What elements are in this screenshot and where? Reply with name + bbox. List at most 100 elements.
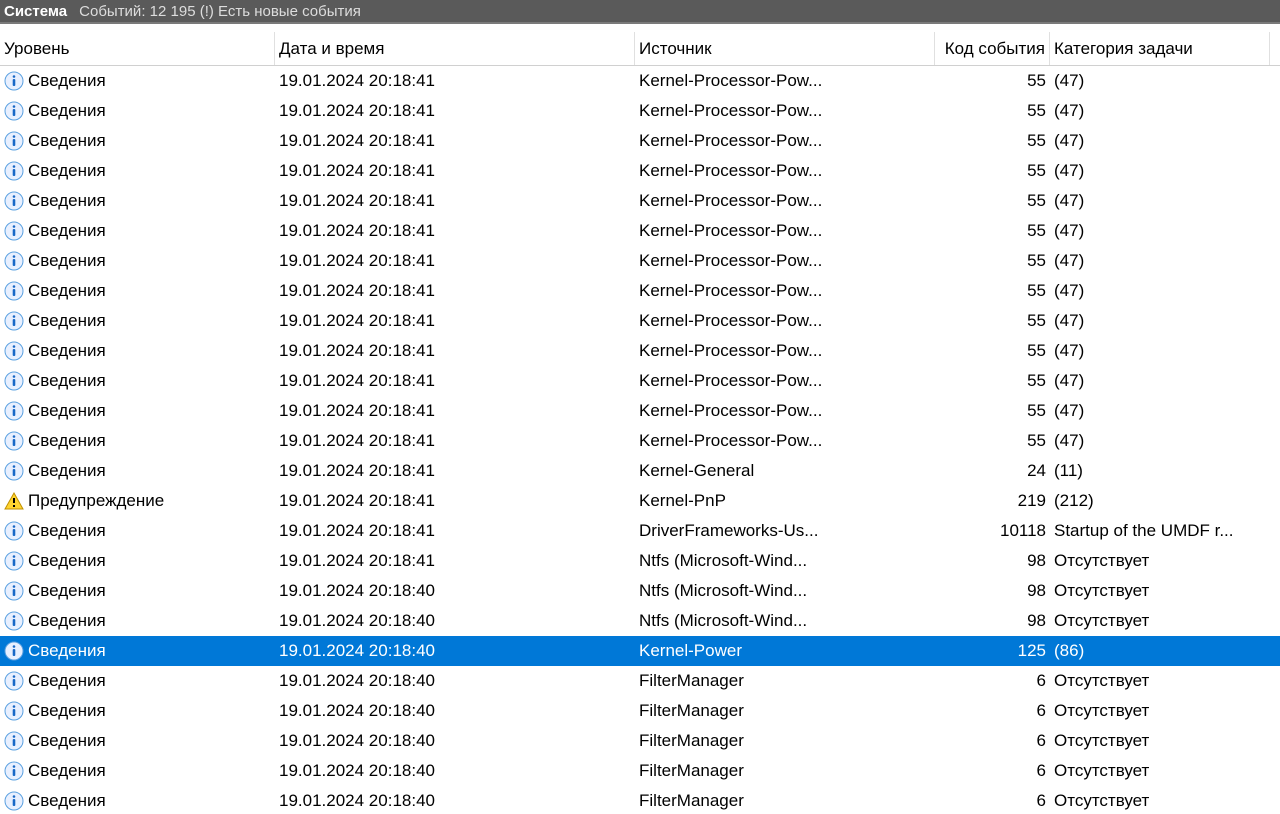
- cell-source: FilterManager: [635, 666, 935, 696]
- event-row[interactable]: Сведения19.01.2024 20:18:41Kernel-Proces…: [0, 426, 1280, 456]
- titlebar: Система Событий: 12 195 (!) Есть новые с…: [0, 0, 1280, 24]
- cell-datetime: 19.01.2024 20:18:40: [275, 756, 635, 786]
- cell-task-category: (11): [1050, 456, 1270, 486]
- cell-level: Сведения: [0, 696, 275, 726]
- cell-event-code: 55: [935, 186, 1050, 216]
- level-text: Сведения: [28, 581, 106, 601]
- event-row[interactable]: Сведения19.01.2024 20:18:41Kernel-Proces…: [0, 366, 1280, 396]
- level-text: Сведения: [28, 101, 106, 121]
- cell-level: Сведения: [0, 516, 275, 546]
- cell-source: Kernel-Processor-Pow...: [635, 366, 935, 396]
- event-row[interactable]: Сведения19.01.2024 20:18:41Kernel-Proces…: [0, 156, 1280, 186]
- level-text: Сведения: [28, 71, 106, 91]
- cell-source: FilterManager: [635, 696, 935, 726]
- cell-event-code: 55: [935, 366, 1050, 396]
- column-header-datetime[interactable]: Дата и время: [275, 32, 635, 65]
- event-row[interactable]: Сведения19.01.2024 20:18:41Kernel-Proces…: [0, 216, 1280, 246]
- level-text: Сведения: [28, 341, 106, 361]
- event-row[interactable]: Сведения19.01.2024 20:18:40Kernel-Power1…: [0, 636, 1280, 666]
- column-header-task-category[interactable]: Категория задачи: [1050, 32, 1270, 65]
- cell-datetime: 19.01.2024 20:18:41: [275, 216, 635, 246]
- level-text: Сведения: [28, 281, 106, 301]
- info-icon: [4, 671, 24, 691]
- cell-source: Kernel-Processor-Pow...: [635, 186, 935, 216]
- event-row[interactable]: Сведения19.01.2024 20:18:41Kernel-Proces…: [0, 186, 1280, 216]
- cell-task-category: (47): [1050, 216, 1270, 246]
- cell-level: Сведения: [0, 786, 275, 814]
- cell-datetime: 19.01.2024 20:18:41: [275, 336, 635, 366]
- cell-level: Сведения: [0, 306, 275, 336]
- event-row[interactable]: Сведения19.01.2024 20:18:41Kernel-Proces…: [0, 96, 1280, 126]
- cell-datetime: 19.01.2024 20:18:41: [275, 426, 635, 456]
- level-text: Сведения: [28, 371, 106, 391]
- event-row[interactable]: Сведения19.01.2024 20:18:40Ntfs (Microso…: [0, 576, 1280, 606]
- cell-event-code: 6: [935, 726, 1050, 756]
- cell-datetime: 19.01.2024 20:18:40: [275, 636, 635, 666]
- cell-task-category: Отсутствует: [1050, 576, 1270, 606]
- event-row[interactable]: Сведения19.01.2024 20:18:41Kernel-Proces…: [0, 396, 1280, 426]
- cell-level: Сведения: [0, 156, 275, 186]
- event-row[interactable]: Сведения 19.01.2024 20:18:40FilterManager…: [0, 666, 1280, 696]
- cell-event-code: 55: [935, 126, 1050, 156]
- cell-datetime: 19.01.2024 20:18:41: [275, 396, 635, 426]
- event-row[interactable]: Сведения19.01.2024 20:18:41DriverFramewo…: [0, 516, 1280, 546]
- column-header-source[interactable]: Источник: [635, 32, 935, 65]
- cell-level: Сведения: [0, 366, 275, 396]
- level-text: Сведения: [28, 761, 106, 781]
- cell-level: Сведения: [0, 216, 275, 246]
- cell-task-category: (47): [1050, 336, 1270, 366]
- cell-level: Сведения: [0, 666, 275, 696]
- info-icon: [4, 791, 24, 811]
- cell-datetime: 19.01.2024 20:18:40: [275, 786, 635, 814]
- level-text: Сведения: [28, 191, 106, 211]
- info-icon: [4, 311, 24, 331]
- info-icon: [4, 371, 24, 391]
- event-row[interactable]: Сведения19.01.2024 20:18:41Kernel-Genera…: [0, 456, 1280, 486]
- level-text: Сведения: [28, 161, 106, 181]
- event-row[interactable]: Сведения19.01.2024 20:18:41Kernel-Proces…: [0, 66, 1280, 96]
- cell-task-category: (47): [1050, 306, 1270, 336]
- column-header-event-code[interactable]: Код события: [935, 32, 1050, 65]
- level-text: Сведения: [28, 671, 106, 691]
- cell-level: Сведения: [0, 756, 275, 786]
- cell-level: Сведения: [0, 126, 275, 156]
- event-row[interactable]: Сведения19.01.2024 20:18:40FilterManager…: [0, 726, 1280, 756]
- cell-task-category: Отсутствует: [1050, 546, 1270, 576]
- event-row[interactable]: Сведения19.01.2024 20:18:41Kernel-Proces…: [0, 126, 1280, 156]
- cell-level: Сведения: [0, 636, 275, 666]
- cell-datetime: 19.01.2024 20:18:41: [275, 456, 635, 486]
- event-list[interactable]: Сведения19.01.2024 20:18:41Kernel-Proces…: [0, 66, 1280, 814]
- cell-event-code: 55: [935, 336, 1050, 366]
- event-row[interactable]: Сведения19.01.2024 20:18:41Kernel-Proces…: [0, 336, 1280, 366]
- event-row[interactable]: Сведения19.01.2024 20:18:40Ntfs (Microso…: [0, 606, 1280, 636]
- level-text: Сведения: [28, 131, 106, 151]
- event-row[interactable]: Сведения19.01.2024 20:18:40FilterManager…: [0, 786, 1280, 814]
- level-text: Сведения: [28, 401, 106, 421]
- event-row[interactable]: Сведения19.01.2024 20:18:40FilterManager…: [0, 756, 1280, 786]
- cell-source: Kernel-Processor-Pow...: [635, 306, 935, 336]
- event-row[interactable]: Сведения19.01.2024 20:18:40FilterManager…: [0, 696, 1280, 726]
- cell-level: Сведения: [0, 336, 275, 366]
- event-row[interactable]: Сведения19.01.2024 20:18:41Ntfs (Microso…: [0, 546, 1280, 576]
- cell-datetime: 19.01.2024 20:18:40: [275, 576, 635, 606]
- cell-event-code: 6: [935, 786, 1050, 814]
- column-header-level[interactable]: Уровень: [0, 32, 275, 65]
- cell-event-code: 125: [935, 636, 1050, 666]
- event-row[interactable]: Сведения19.01.2024 20:18:41Kernel-Proces…: [0, 246, 1280, 276]
- cell-event-code: 98: [935, 606, 1050, 636]
- event-row[interactable]: Сведения19.01.2024 20:18:41Kernel-Proces…: [0, 276, 1280, 306]
- info-icon: [4, 521, 24, 541]
- event-row[interactable]: Сведения19.01.2024 20:18:41Kernel-Proces…: [0, 306, 1280, 336]
- cell-level: Сведения: [0, 276, 275, 306]
- cell-datetime: 19.01.2024 20:18:40: [275, 606, 635, 636]
- cell-event-code: 6: [935, 696, 1050, 726]
- cell-level: Сведения: [0, 426, 275, 456]
- cell-source: Ntfs (Microsoft-Wind...: [635, 546, 935, 576]
- cell-event-code: 55: [935, 156, 1050, 186]
- cell-event-code: 55: [935, 66, 1050, 96]
- cell-source: Kernel-Power: [635, 636, 935, 666]
- cell-task-category: (47): [1050, 186, 1270, 216]
- event-row[interactable]: Предупреждение19.01.2024 20:18:41Kernel-…: [0, 486, 1280, 516]
- cell-datetime: 19.01.2024 20:18:40: [275, 666, 635, 696]
- info-icon: [4, 581, 24, 601]
